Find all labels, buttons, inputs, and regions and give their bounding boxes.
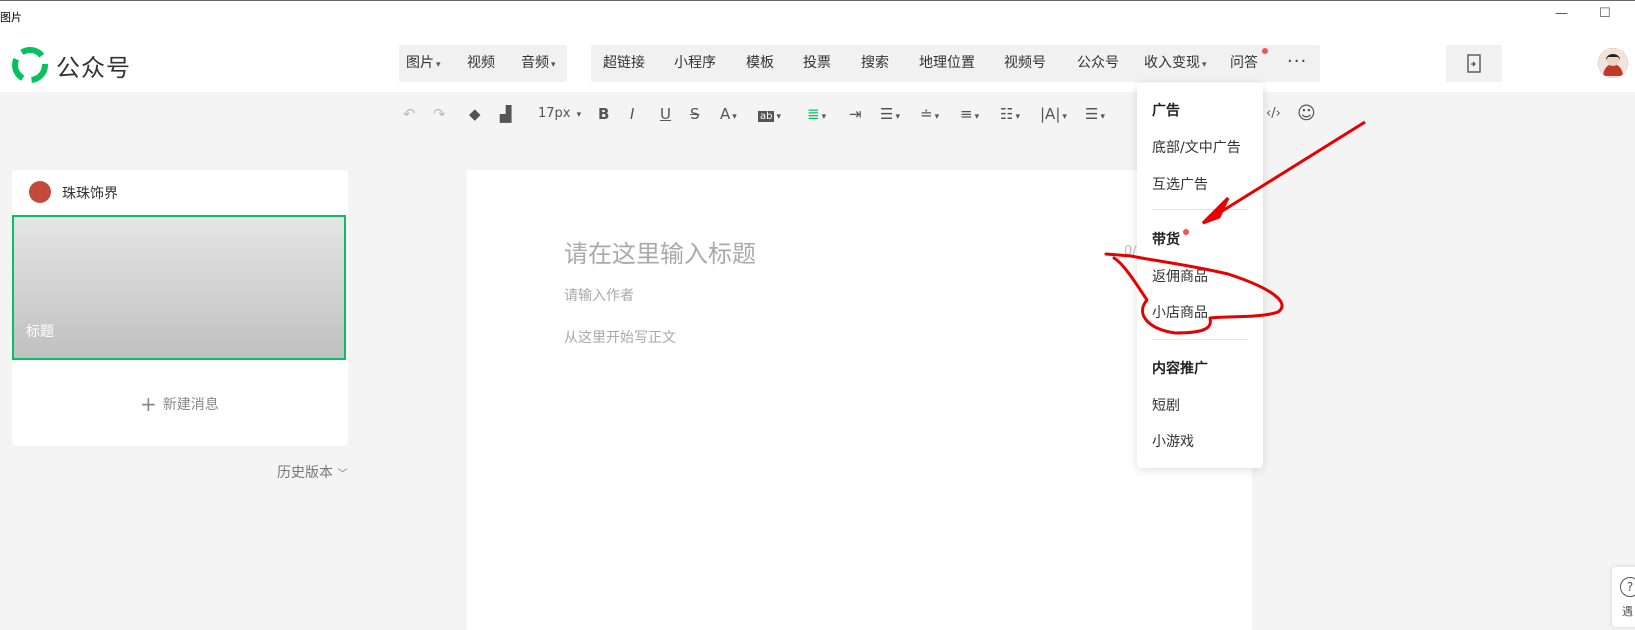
- caret-down-icon: ▾: [1062, 112, 1067, 122]
- italic-icon[interactable]: I: [630, 104, 634, 124]
- official-account-tool[interactable]: 公众号: [1077, 45, 1119, 82]
- caret-down-icon: ▾: [895, 112, 900, 122]
- caret-down-icon: ▾: [974, 112, 980, 122]
- video-tool-label: 视频: [467, 55, 495, 71]
- dropdown-heading-goods: 带货: [1152, 232, 1180, 248]
- notification-dot: [1262, 48, 1268, 54]
- caret-down-icon: ▾: [1100, 112, 1105, 122]
- title-char-counter: 0/: [1124, 244, 1137, 259]
- undo-icon[interactable]: ↶: [403, 104, 416, 124]
- body-editor[interactable]: 从这里开始写正文: [564, 327, 676, 347]
- window-title: 图片: [0, 11, 22, 24]
- audio-tool[interactable]: 音频 ▾: [521, 45, 556, 82]
- history-label: 历史版本: [277, 465, 333, 481]
- caret-down-icon: ▾: [436, 60, 441, 70]
- first-line-indent-icon[interactable]: ☰ ▾: [880, 104, 900, 127]
- bold-icon[interactable]: B: [598, 104, 609, 124]
- dropdown-item-mutual-ads[interactable]: 互选广告: [1152, 174, 1208, 194]
- logo-text: 公众号: [56, 54, 131, 82]
- title-input[interactable]: 请在这里输入标题: [564, 234, 756, 269]
- hyperlink-tool[interactable]: 超链接: [603, 45, 645, 82]
- window-title-bar: [0, 0, 1635, 35]
- article-cover-card[interactable]: [12, 215, 346, 360]
- dropdown-heading-ads: 广告: [1152, 103, 1180, 119]
- letter-spacing-icon[interactable]: |A| ▾: [1040, 104, 1067, 127]
- help-float-button[interactable]: ? 遇: [1612, 567, 1635, 627]
- caret-down-icon: ▾: [1015, 112, 1020, 122]
- new-message-label: 新建消息: [162, 397, 219, 413]
- location-tool[interactable]: 地理位置: [919, 45, 975, 82]
- user-avatar[interactable]: [1598, 48, 1628, 78]
- line-spacing-icon[interactable]: ≡ ▾: [960, 104, 979, 127]
- dropdown-item-shop-goods[interactable]: 小店商品: [1152, 302, 1208, 322]
- qa-tool[interactable]: 问答: [1230, 45, 1258, 82]
- minimize-button[interactable]: —: [1555, 6, 1568, 22]
- dropdown-item-mini-game[interactable]: 小游戏: [1152, 431, 1194, 451]
- list-icon[interactable]: ☰ ▾: [1085, 104, 1105, 127]
- dropdown-item-bottom-ads[interactable]: 底部/文中广告: [1152, 137, 1241, 157]
- author-input[interactable]: 请输入作者: [564, 285, 634, 305]
- image-tool[interactable]: 图片 ▾: [406, 45, 441, 82]
- audio-tool-label: 音频: [521, 55, 549, 71]
- help-icon: ?: [1620, 577, 1635, 597]
- account-name: 珠珠饰界: [62, 186, 118, 202]
- dropdown-heading-promotion: 内容推广: [1152, 361, 1208, 377]
- dropdown-divider: [1152, 339, 1248, 340]
- code-icon[interactable]: ‹/›: [1266, 104, 1281, 124]
- wechat-mp-logo-icon: [12, 47, 48, 83]
- indent-icon[interactable]: ⇥: [849, 104, 862, 124]
- maximize-button[interactable]: ☐: [1599, 6, 1611, 22]
- dropdown-item-short-drama[interactable]: 短剧: [1152, 395, 1180, 415]
- new-message-button[interactable]: + 新建消息: [140, 392, 219, 416]
- caret-down-icon: ▾: [1202, 60, 1207, 70]
- align-icon[interactable]: ≣ ▾: [807, 104, 826, 127]
- caret-down-icon: ▾: [732, 112, 737, 122]
- paragraph-indent-icon[interactable]: ☷ ▾: [1000, 104, 1020, 127]
- cover-title: 标题: [26, 324, 54, 340]
- caret-down-icon: ▾: [576, 110, 582, 120]
- preview-doc-button[interactable]: [1446, 45, 1502, 82]
- font-color-icon[interactable]: A ▾: [720, 104, 737, 127]
- image-tool-label: 图片: [406, 55, 434, 71]
- help-label: 遇: [1622, 605, 1633, 618]
- dropdown-divider: [1152, 209, 1248, 210]
- caret-down-icon: ▾: [821, 112, 827, 122]
- more-tools-button[interactable]: ···: [1287, 45, 1307, 82]
- emoji-icon[interactable]: ☺: [1297, 104, 1316, 124]
- caret-down-icon: ▾: [934, 112, 940, 122]
- monetization-tool-label: 收入变现: [1144, 55, 1200, 71]
- avatar-portrait-icon: [1598, 48, 1628, 78]
- font-size-value: 17px: [538, 106, 571, 121]
- font-size-select[interactable]: 17px ▾: [538, 104, 581, 125]
- document-icon: [1467, 54, 1481, 73]
- plus-icon: +: [140, 392, 157, 416]
- mini-program-tool[interactable]: 小程序: [674, 45, 716, 82]
- notification-dot: [1183, 229, 1189, 235]
- clear-format-icon[interactable]: ◆: [469, 104, 481, 124]
- underline-icon[interactable]: U: [660, 104, 671, 124]
- search-tool[interactable]: 搜索: [861, 45, 889, 82]
- redo-icon[interactable]: ↷: [433, 104, 446, 124]
- dropdown-item-commission-goods[interactable]: 返佣商品: [1152, 266, 1208, 286]
- caret-down-icon: ▾: [776, 112, 782, 122]
- chevron-down-icon: ﹀: [337, 469, 348, 480]
- paragraph-spacing-icon[interactable]: ≐ ▾: [920, 104, 939, 127]
- vote-tool[interactable]: 投票: [803, 45, 831, 82]
- monetization-tool[interactable]: 收入变现 ▾: [1144, 45, 1207, 82]
- template-tool[interactable]: 模板: [746, 45, 774, 82]
- background-color-icon[interactable]: ab ▾: [758, 104, 781, 127]
- channels-tool[interactable]: 视频号: [1004, 45, 1046, 82]
- caret-down-icon: ▾: [551, 60, 556, 70]
- history-version-button[interactable]: 历史版本 ﹀: [277, 462, 347, 482]
- account-avatar: [29, 181, 51, 203]
- strikethrough-icon[interactable]: S: [690, 104, 700, 124]
- format-painter-icon[interactable]: ▟: [500, 104, 512, 124]
- video-tool[interactable]: 视频: [467, 45, 495, 82]
